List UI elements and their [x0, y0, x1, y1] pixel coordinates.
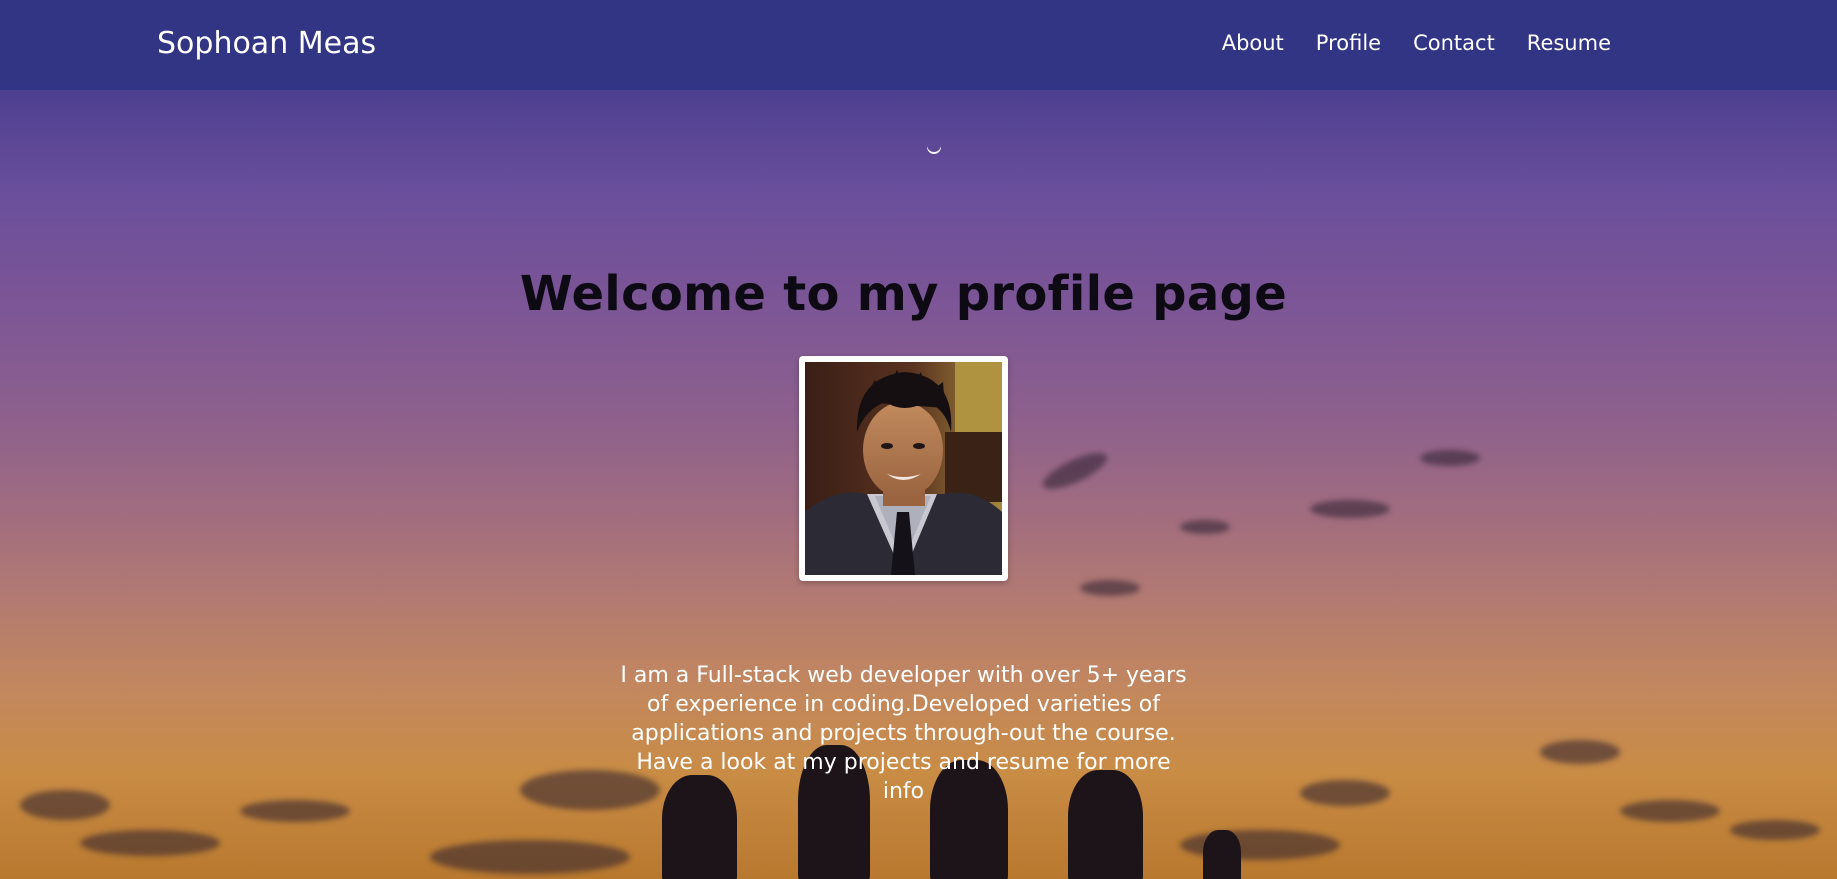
nav-link-resume[interactable]: Resume — [1527, 31, 1611, 55]
profile-photo-frame — [799, 356, 1008, 581]
nav-links: About Profile Contact Resume — [1222, 31, 1611, 55]
nav-link-profile[interactable]: Profile — [1316, 31, 1381, 55]
profile-photo — [805, 362, 1002, 575]
top-navbar: Sophoan Meas About Profile Contact Resum… — [0, 0, 1837, 90]
main-content: Welcome to my profile page I am a Full-s… — [0, 0, 1837, 879]
nav-link-about[interactable]: About — [1222, 31, 1284, 55]
bio-text: I am a Full-stack web developer with ove… — [620, 663, 1187, 804]
page-title: Welcome to my profile page — [519, 266, 1288, 322]
nav-link-contact[interactable]: Contact — [1413, 31, 1495, 55]
brand-link[interactable]: Sophoan Meas — [157, 26, 376, 61]
